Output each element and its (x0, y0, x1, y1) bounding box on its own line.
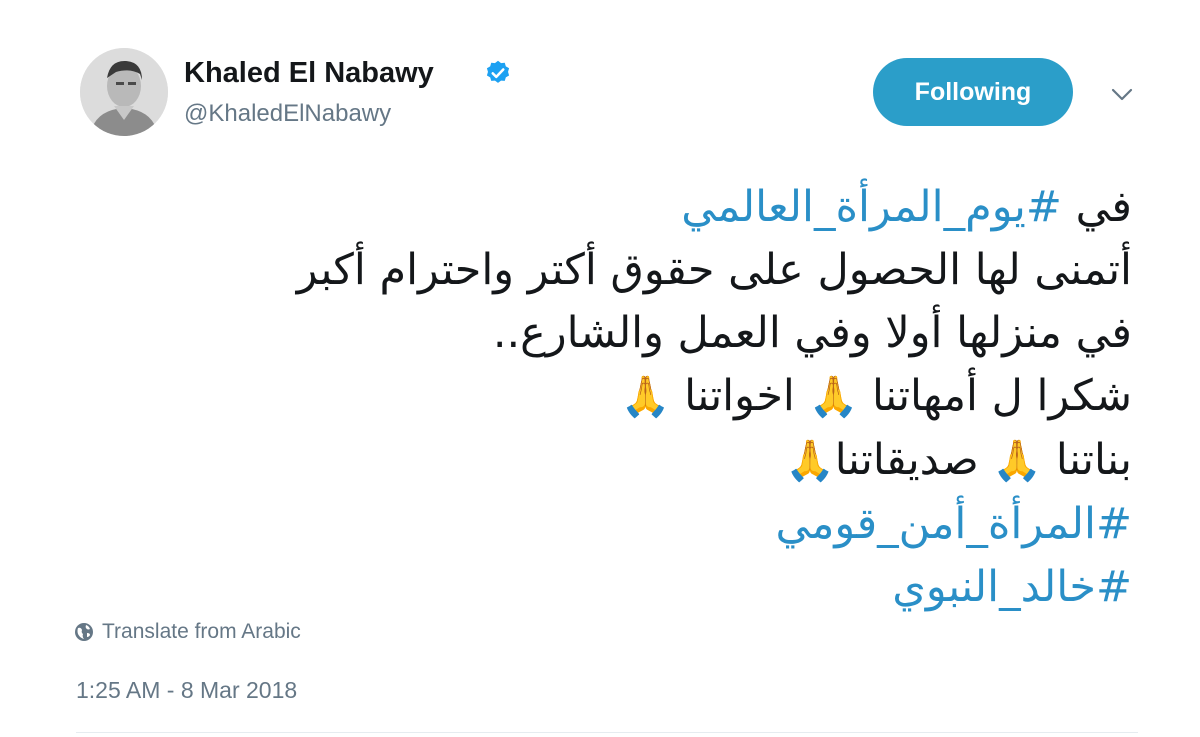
tweet-text-segment: في (1061, 182, 1132, 232)
tweet-line-3: في منزلها أولا وفي العمل والشارع.. (492, 308, 1132, 358)
hashtag-link[interactable]: #يوم_المرأة_العالمي (681, 182, 1062, 232)
translate-link[interactable]: Translate from Arabic (74, 620, 301, 644)
tweet-line-4: شكرا ل أمهاتنا 🙏 اخواتنا 🙏 (72, 365, 1132, 429)
tweet-text-segment: شكرا ل أمهاتنا (858, 371, 1132, 421)
translate-label: Translate from Arabic (102, 620, 301, 643)
avatar-image (80, 48, 168, 136)
tweet-timestamp[interactable]: 1:25 AM - 8 Mar 2018 (76, 677, 297, 704)
tweet-text: في #يوم_المرأة_العالمي أتمنى لها الحصول … (72, 176, 1132, 619)
tweet-card: Khaled El Nabawy @KhaledElNabawy Followi… (0, 0, 1200, 737)
tweet-line-5: بناتنا 🙏 صديقاتنا🙏 (72, 429, 1132, 493)
divider (76, 732, 1138, 733)
avatar[interactable] (80, 48, 168, 136)
tweet-line-2: أتمنى لها الحصول على حقوق أكتر واحترام أ… (296, 245, 1132, 295)
hashtag-link[interactable]: #خالد_النبوي (72, 556, 1132, 619)
tweet-text-segment: بناتنا (1042, 435, 1132, 485)
praying-hands-emoji-icon: 🙏 (808, 374, 859, 420)
display-name[interactable]: Khaled El Nabawy (184, 55, 434, 91)
praying-hands-emoji-icon: 🙏 (784, 438, 835, 484)
hashtag-link[interactable]: #المرأة_أمن_قومي (72, 493, 1133, 556)
tweet-line-1: في #يوم_المرأة_العالمي (72, 176, 1132, 239)
praying-hands-emoji-icon: 🙏 (620, 374, 671, 420)
praying-hands-emoji-icon: 🙏 (992, 438, 1043, 484)
chevron-down-icon[interactable] (1108, 82, 1136, 106)
verified-badge-icon (486, 60, 510, 83)
following-button[interactable]: Following (873, 58, 1073, 126)
globe-icon (75, 623, 93, 641)
tweet-text-segment: صديقاتنا (834, 435, 993, 485)
tweet-text-segment: اخواتنا (670, 371, 809, 421)
user-handle[interactable]: @KhaledElNabawy (184, 99, 391, 129)
